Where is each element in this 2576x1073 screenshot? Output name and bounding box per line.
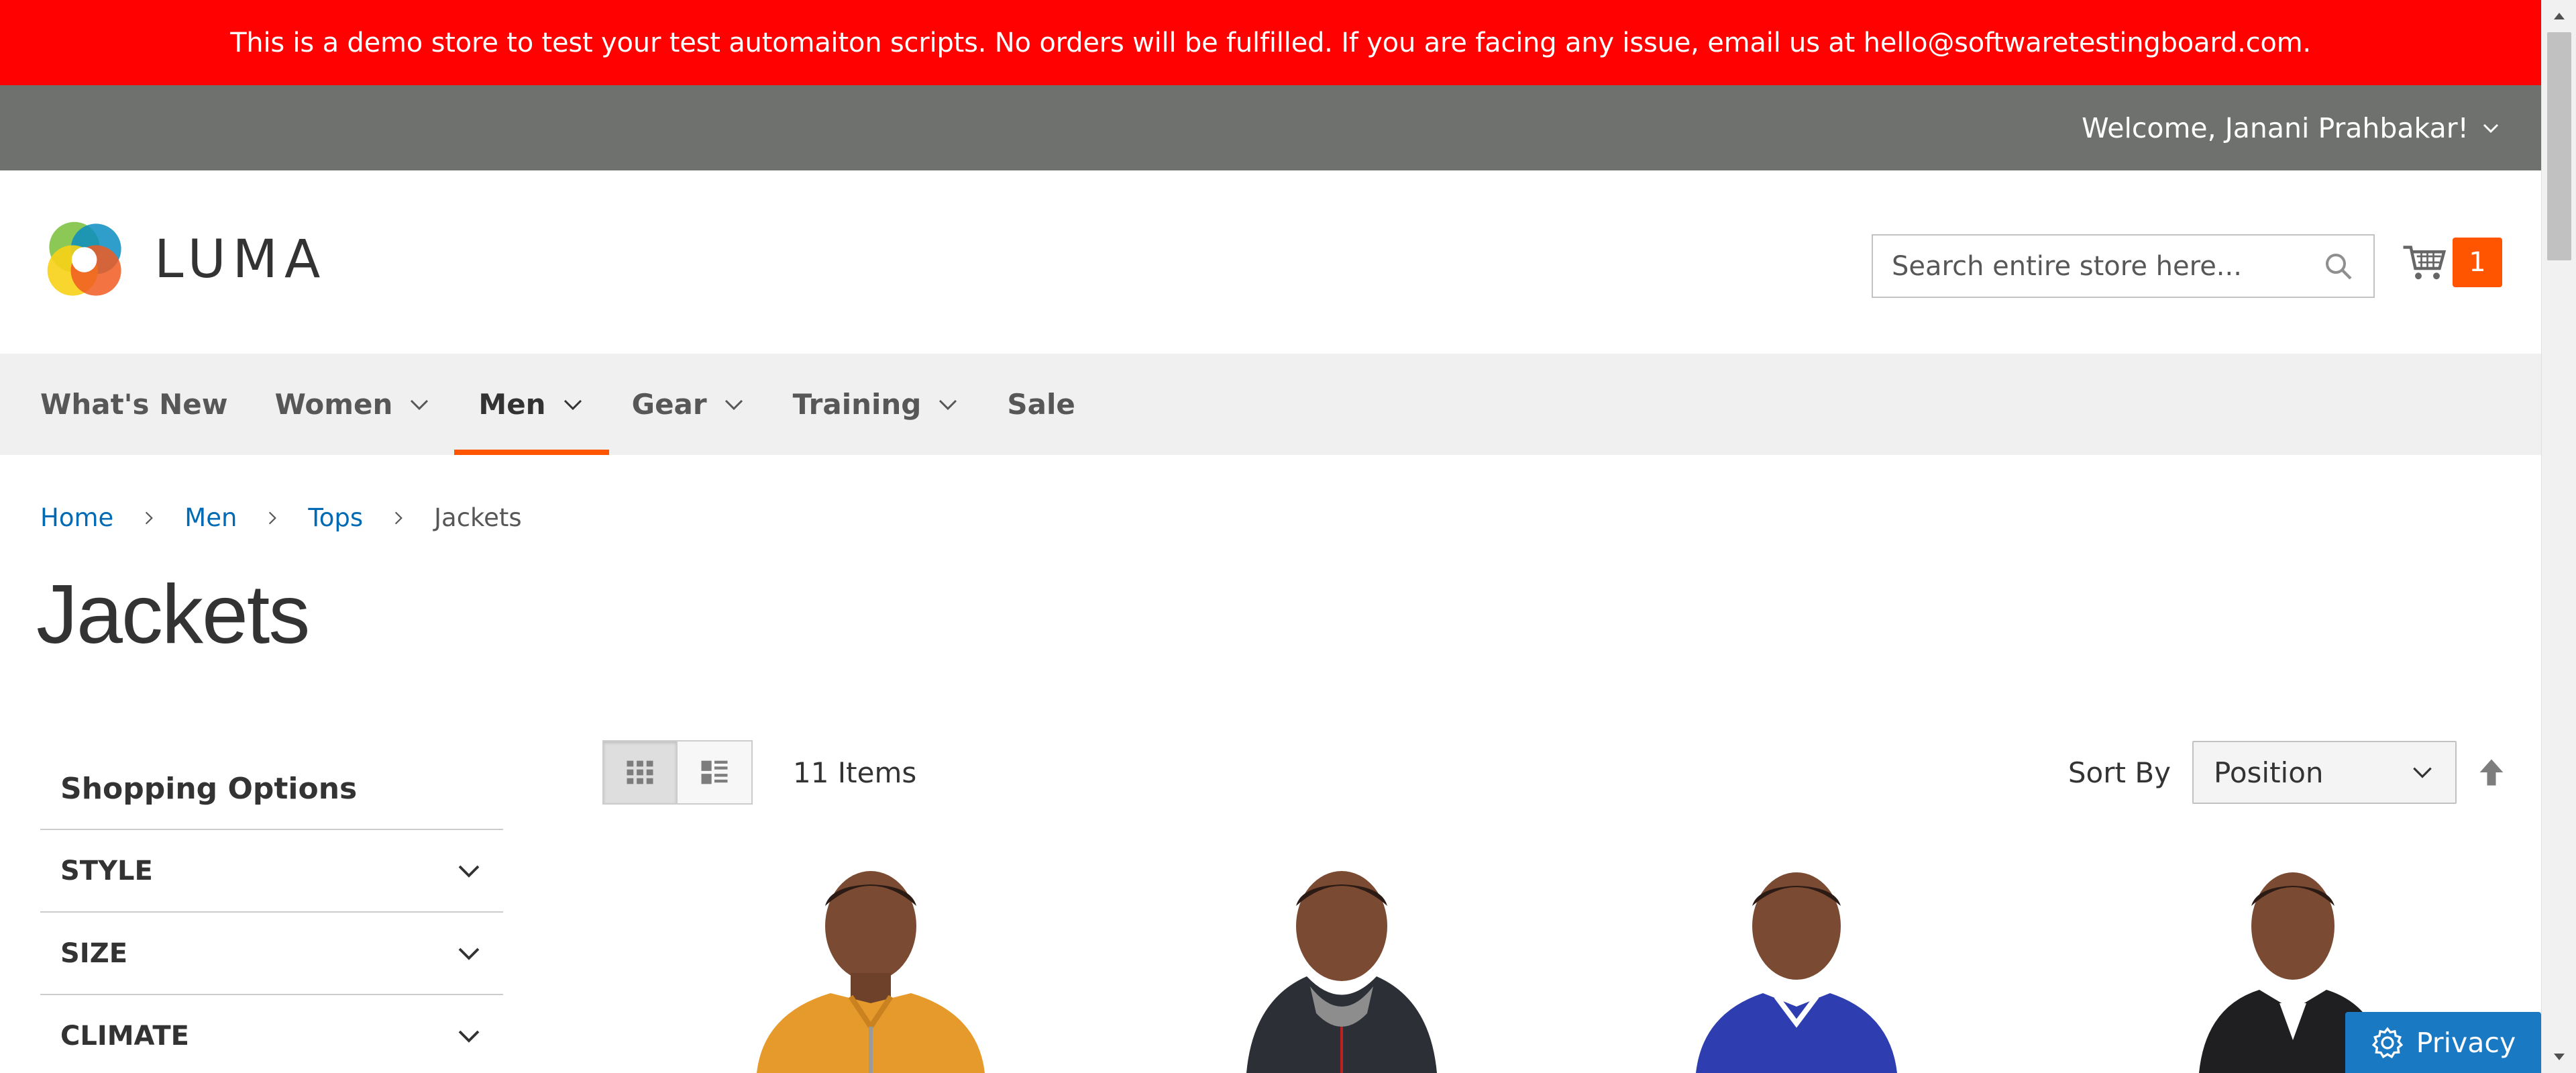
filter-label: STYLE [60,855,153,886]
sort-direction-button[interactable] [2474,755,2509,790]
nav-item-whats-new[interactable]: What's New [40,354,228,455]
nav-item-label: Gear [631,388,707,421]
customer-welcome-menu[interactable]: Welcome, Janani Prahbakar! [2082,85,2501,170]
nav-item-label: What's New [40,388,228,421]
scroll-down-arrow-icon[interactable] [2542,1041,2576,1073]
nav-item-men[interactable]: Men [454,354,609,455]
chevron-right-icon [264,509,281,527]
breadcrumb-current: Jackets [434,503,522,532]
chevron-right-icon [390,509,407,527]
nav-item-gear[interactable]: Gear [632,354,746,455]
filter-label: SIZE [60,937,128,969]
page: This is a demo store to test your test a… [0,0,2541,1073]
chevron-down-icon [2410,760,2435,785]
privacy-label: Privacy [2416,1026,2516,1059]
demo-notice-text: This is a demo store to test your test a… [230,27,2311,58]
scrollbar-thumb[interactable] [2547,32,2571,260]
site-header: LUMA 1 [0,170,2541,354]
breadcrumb-home[interactable]: Home [40,503,113,532]
search-icon[interactable] [2322,250,2355,283]
cart-count-badge: 1 [2453,238,2502,287]
product-image[interactable] [669,859,1045,1073]
nav-item-label: Training [792,388,922,421]
chevron-down-icon [455,939,483,968]
page-title: Jackets [36,568,310,661]
chevron-down-icon [936,393,960,417]
view-modes [602,740,753,805]
list-icon [701,760,728,784]
chevron-down-icon [455,1022,483,1050]
sort-by-select[interactable]: Position [2192,741,2457,804]
grid-icon [627,760,653,784]
main-navigation: What's New Women Men Gear Training Sale [0,354,2541,455]
page-scrollbar[interactable] [2541,0,2576,1073]
logo-text: LUMA [154,229,327,290]
filter-size[interactable]: SIZE [40,911,503,994]
nav-item-sale[interactable]: Sale [1007,354,1075,455]
toolbar-amount: 11 Items [793,756,917,789]
nav-item-women[interactable]: Women [275,354,432,455]
nav-item-label: Men [478,388,546,421]
nav-item-label: Sale [1007,388,1075,421]
scroll-up-arrow-icon[interactable] [2542,0,2576,32]
breadcrumb-tops[interactable]: Tops [308,503,363,532]
chevron-down-icon[interactable] [2481,118,2501,138]
nav-item-label: Women [274,388,393,421]
chevron-down-icon [722,393,746,417]
sort-by-value: Position [2214,756,2324,789]
demo-notice: This is a demo store to test your test a… [0,0,2541,85]
chevron-down-icon [455,857,483,885]
arrow-up-icon [2479,759,2504,786]
layered-navigation: Shopping Options STYLE SIZE CLIMATE [40,748,503,1073]
breadcrumb: Home Men Tops Jackets [40,503,522,532]
cart-icon[interactable] [2400,238,2449,287]
product-photo-blue-jacket [1696,872,1897,1073]
filter-style[interactable]: STYLE [40,829,503,911]
shopping-options-title: Shopping Options [60,771,358,806]
chevron-right-icon [140,509,158,527]
sort-by-label: Sort By [2068,756,2171,789]
top-panel: Welcome, Janani Prahbakar! [0,85,2541,170]
chevron-down-icon [561,393,585,417]
search-input[interactable] [1892,250,2322,282]
product-photo-orange-jacket [757,871,985,1073]
grid-view-button[interactable] [602,740,678,805]
logo[interactable]: LUMA [40,215,327,305]
list-view-button[interactable] [678,740,753,805]
minicart[interactable]: 1 [2400,238,2502,287]
filter-climate[interactable]: CLIMATE [40,994,503,1073]
chevron-down-icon [407,393,431,417]
product-image[interactable] [1166,859,1542,1073]
product-grid [602,859,2509,1073]
sorter: Sort By Position [2068,740,2509,805]
product-image[interactable] [1622,859,1998,1073]
welcome-text: Welcome, Janani Prahbakar! [2082,111,2469,144]
filter-label: CLIMATE [60,1020,189,1052]
nav-item-training[interactable]: Training [793,354,961,455]
search-box[interactable] [1872,234,2375,298]
breadcrumb-men[interactable]: Men [184,503,237,532]
gear-icon [2371,1026,2404,1058]
products-toolbar: 11 Items Sort By Position [602,740,2509,806]
product-photo-black-jacket [1246,871,1437,1073]
privacy-button[interactable]: Privacy [2345,1012,2541,1073]
luma-logo-icon [47,221,121,296]
